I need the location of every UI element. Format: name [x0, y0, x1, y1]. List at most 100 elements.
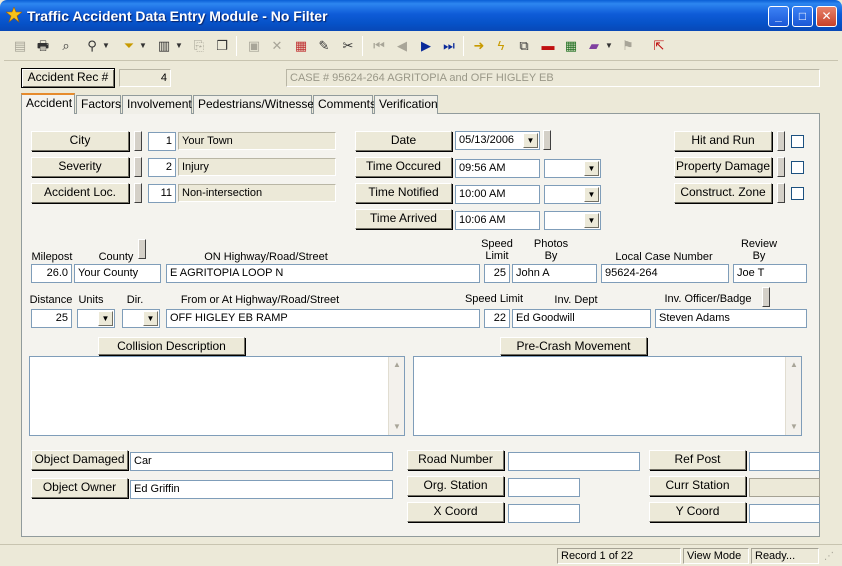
diagram-icon[interactable]: ⧉: [514, 36, 534, 56]
tab-pedestrians-witnesses[interactable]: Pedestrians/Witnesses: [193, 95, 320, 114]
property-damage-checkbox[interactable]: [791, 161, 804, 174]
close-button[interactable]: ✕: [816, 6, 837, 27]
save-icon[interactable]: ▣: [244, 36, 264, 56]
cut-icon[interactable]: ✂: [338, 36, 358, 56]
curr-station-button[interactable]: Curr Station: [649, 476, 746, 496]
time-notified-field[interactable]: 10:00 AM: [455, 185, 540, 204]
ref-post-button[interactable]: Ref Post: [649, 450, 746, 470]
toolbox-icon[interactable]: ▬: [538, 36, 558, 56]
x-coord-field[interactable]: [508, 504, 580, 523]
time-occured-field[interactable]: 09:56 AM: [455, 159, 540, 178]
book-dropdown-icon[interactable]: ▼: [604, 36, 614, 56]
copy-record-icon[interactable]: ⎘: [189, 36, 209, 56]
object-owner-field[interactable]: Ed Griffin: [130, 480, 393, 499]
chevron-down-icon[interactable]: ▼: [584, 213, 599, 228]
inv-officer-field[interactable]: Steven Adams: [655, 309, 807, 328]
city-lookup-handle[interactable]: [134, 131, 142, 151]
find-icon[interactable]: ⚲: [82, 36, 102, 56]
time-occured-select[interactable]: ▼: [544, 159, 601, 178]
y-coord-field[interactable]: [749, 504, 820, 523]
last-record-icon[interactable]: ⏭: [439, 36, 459, 56]
delete-icon[interactable]: ✕: [267, 36, 287, 56]
severity-button[interactable]: Severity: [31, 157, 129, 177]
date-button[interactable]: Date: [355, 131, 452, 151]
chevron-down-icon[interactable]: ▼: [143, 311, 158, 326]
tab-comments[interactable]: Comments: [313, 95, 376, 114]
scroll-down-icon[interactable]: ▼: [787, 420, 801, 434]
report-icon[interactable]: ▥: [154, 36, 174, 56]
scroll-up-icon[interactable]: ▲: [787, 358, 801, 372]
time-arrived-button[interactable]: Time Arrived: [355, 209, 452, 229]
scroll-down-icon[interactable]: ▼: [390, 420, 404, 434]
local-case-field[interactable]: 95624-264: [601, 264, 729, 283]
find-dropdown-icon[interactable]: ▼: [101, 36, 111, 56]
tab-factors[interactable]: Factors: [76, 95, 121, 114]
tab-accident[interactable]: Accident: [21, 93, 75, 114]
accident-rec-button[interactable]: Accident Rec #: [21, 68, 115, 88]
date-lookup-handle[interactable]: [543, 130, 551, 150]
filter-icon[interactable]: ⏷: [119, 36, 139, 56]
tab-involvement[interactable]: Involvement: [122, 95, 192, 114]
duplicate-icon[interactable]: ❐: [212, 36, 232, 56]
resize-grip-icon[interactable]: ⋰: [824, 551, 838, 565]
object-owner-button[interactable]: Object Owner: [31, 478, 128, 498]
tab-verification[interactable]: Verification: [374, 95, 438, 114]
chevron-down-icon[interactable]: ▼: [584, 187, 599, 202]
time-notified-button[interactable]: Time Notified: [355, 183, 452, 203]
construct-zone-checkbox[interactable]: [791, 187, 804, 200]
time-occured-button[interactable]: Time Occured: [355, 157, 452, 177]
accident-loc-code[interactable]: 11: [148, 184, 176, 203]
speed-limit-field-1[interactable]: 25: [484, 264, 510, 283]
first-record-icon[interactable]: ⏮: [369, 36, 389, 56]
scrollbar[interactable]: ▲ ▼: [388, 357, 404, 435]
scroll-up-icon[interactable]: ▲: [390, 358, 404, 372]
pre-crash-textarea[interactable]: ▲ ▼: [413, 356, 802, 436]
time-notified-select[interactable]: ▼: [544, 185, 601, 204]
accident-loc-button[interactable]: Accident Loc.: [31, 183, 129, 203]
review-by-field[interactable]: Joe T: [733, 264, 807, 283]
construct-zone-button[interactable]: Construct. Zone: [674, 183, 772, 203]
edit-pencil-icon[interactable]: ✎: [314, 36, 334, 56]
on-highway-field[interactable]: E AGRITOPIA LOOP N: [166, 264, 480, 283]
date-dropdown-icon[interactable]: ▼: [523, 133, 538, 148]
filter-dropdown-icon[interactable]: ▼: [138, 36, 148, 56]
maximize-button[interactable]: □: [792, 6, 813, 27]
goto-arrow-icon[interactable]: ➜: [469, 36, 489, 56]
org-station-field[interactable]: [508, 478, 580, 497]
county-lookup-handle[interactable]: [138, 239, 146, 259]
from-highway-field[interactable]: OFF HIGLEY EB RAMP: [166, 309, 480, 328]
x-coord-button[interactable]: X Coord: [407, 502, 504, 522]
collision-description-textarea[interactable]: ▲ ▼: [29, 356, 405, 436]
scrollbar[interactable]: ▲ ▼: [785, 357, 801, 435]
hit-and-run-checkbox[interactable]: [791, 135, 804, 148]
date-picker[interactable]: 05/13/2006 ▼: [455, 131, 540, 150]
lightning-icon[interactable]: ϟ: [491, 36, 511, 56]
severity-lookup-handle[interactable]: [134, 157, 142, 177]
object-damaged-field[interactable]: Car: [130, 452, 393, 471]
book-icon[interactable]: ▰: [584, 36, 604, 56]
chevron-down-icon[interactable]: ▼: [584, 161, 599, 176]
milepost-field[interactable]: 26.0: [31, 264, 72, 283]
books-icon[interactable]: ▦: [291, 36, 311, 56]
time-arrived-field[interactable]: 10:06 AM: [455, 211, 540, 230]
ref-post-field[interactable]: [749, 452, 820, 471]
report-dropdown-icon[interactable]: ▼: [174, 36, 184, 56]
time-arrived-select[interactable]: ▼: [544, 211, 601, 230]
previous-record-icon[interactable]: ◀: [392, 36, 412, 56]
chevron-down-icon[interactable]: ▼: [98, 311, 113, 326]
calculator-icon[interactable]: ▦: [561, 36, 581, 56]
property-damage-handle[interactable]: [777, 157, 785, 177]
units-select[interactable]: ▼: [77, 309, 115, 328]
city-code[interactable]: 1: [148, 132, 176, 151]
y-coord-button[interactable]: Y Coord: [649, 502, 746, 522]
hit-and-run-handle[interactable]: [777, 131, 785, 151]
distance-field[interactable]: 25: [31, 309, 72, 328]
print-icon[interactable]: 🖶: [33, 36, 53, 56]
city-button[interactable]: City: [31, 131, 129, 151]
flag-icon[interactable]: ⚑: [618, 36, 638, 56]
print-preview-icon[interactable]: ⌕: [56, 36, 76, 56]
next-record-icon[interactable]: ▶: [416, 36, 436, 56]
road-number-button[interactable]: Road Number: [407, 450, 504, 470]
object-damaged-button[interactable]: Object Damaged: [31, 450, 128, 470]
property-damage-button[interactable]: Property Damage: [674, 157, 772, 177]
